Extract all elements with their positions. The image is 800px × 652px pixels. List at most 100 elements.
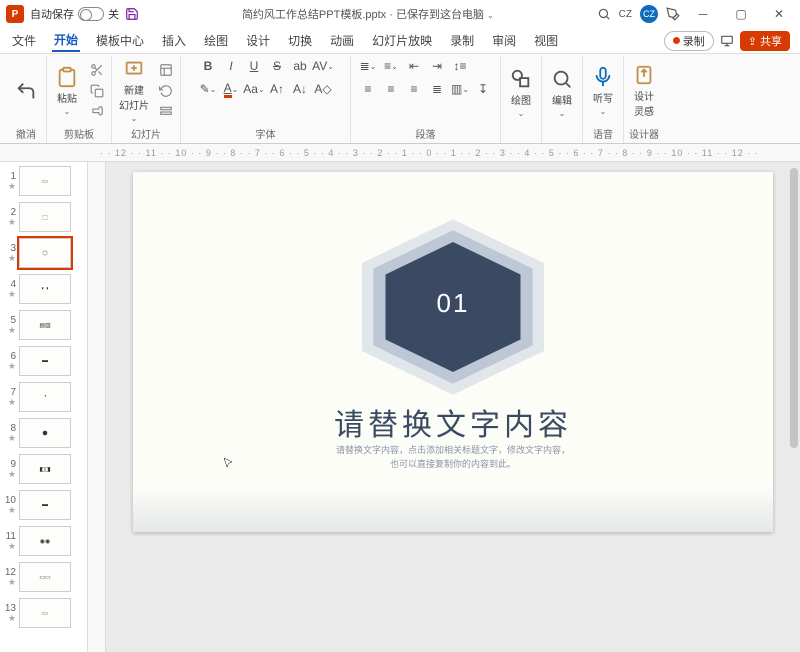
line-spacing-button[interactable]: ↕≡ [449, 56, 471, 76]
align-left-button[interactable]: ≡ [357, 79, 379, 99]
tab-slideshow[interactable]: 幻灯片放映 [370, 30, 434, 51]
share-button[interactable]: ⇪ 共享 [740, 31, 790, 51]
hexagon-graphic[interactable]: 01 [378, 242, 528, 372]
increase-indent-button[interactable]: ⇥ [426, 56, 448, 76]
title-bar-right: CZ CZ ─ ▢ ✕ [597, 4, 794, 24]
reset-button[interactable] [155, 81, 177, 101]
tab-animations[interactable]: 动画 [328, 30, 356, 51]
thumbnail-4[interactable]: 4★◐◑ [2, 274, 85, 304]
undo-button[interactable] [9, 78, 43, 104]
strikethrough-button[interactable]: S [266, 56, 288, 76]
align-right-button[interactable]: ≡ [403, 79, 425, 99]
group-font: B I U S ab AV⌄ ✎⌄ A⌄ Aa⌄ A↑ A↓ A◇ 字体 [181, 56, 351, 143]
group-clipboard: 粘贴⌄ 剪贴板 [47, 56, 112, 143]
group-drawing: 绘图⌄ [501, 56, 542, 143]
tab-review[interactable]: 审阅 [490, 30, 518, 51]
tab-home[interactable]: 开始 [52, 29, 80, 52]
tab-file[interactable]: 文件 [10, 30, 38, 51]
present-icon[interactable] [720, 34, 734, 48]
increase-font-button[interactable]: A↑ [266, 79, 288, 99]
cut-button[interactable] [86, 60, 108, 80]
tab-record[interactable]: 录制 [448, 30, 476, 51]
thumbnail-1[interactable]: 1★▭ [2, 166, 85, 196]
numbering-button[interactable]: ≡⌄ [380, 56, 402, 76]
group-label-clipboard: 剪贴板 [64, 125, 94, 143]
bullets-button[interactable]: ≣⌄ [357, 56, 379, 76]
thumbnail-11[interactable]: 11★◉◉ [2, 526, 85, 556]
shadow-button[interactable]: ab [289, 56, 311, 76]
thumbnail-13[interactable]: 13★▭ [2, 598, 85, 628]
thumbnail-3[interactable]: 3★⬡ [2, 238, 85, 268]
autosave-toggle[interactable]: 自动保存 关 [30, 6, 119, 22]
user-avatar[interactable]: CZ [640, 5, 658, 23]
change-case-button[interactable]: Aa⌄ [243, 79, 265, 99]
format-painter-button[interactable] [86, 102, 108, 122]
group-label-voice: 语音 [593, 125, 613, 143]
toggle-icon[interactable] [78, 7, 104, 21]
thumbnail-5[interactable]: 5★▤▥ [2, 310, 85, 340]
tab-insert[interactable]: 插入 [160, 30, 188, 51]
font-color-button[interactable]: A⌄ [220, 79, 242, 99]
horizontal-ruler[interactable]: · · 12 · · 11 · · 10 · · 9 · · 8 · · 7 ·… [0, 144, 800, 162]
slide[interactable]: 01 请替换文字内容 请替换文字内容，点击添加相关标题文字，修改文字内容， 也可… [133, 172, 773, 532]
group-voice: 听写⌄ 语音 [583, 56, 624, 143]
thumbnail-8[interactable]: 8★⬢ [2, 418, 85, 448]
scrollbar-thumb[interactable] [790, 168, 798, 448]
minimize-button[interactable]: ─ [688, 4, 718, 24]
vertical-ruler[interactable] [88, 162, 106, 652]
bold-button[interactable]: B [197, 56, 219, 76]
layout-button[interactable] [155, 60, 177, 80]
text-direction-button[interactable]: ↧ [472, 79, 494, 99]
justify-button[interactable]: ≣ [426, 79, 448, 99]
slide-thumbnails-panel[interactable]: 1★▭ 2★⬚ 3★⬡ 4★◐◑ 5★▤▥ 6★▬ 7★◔ 8★⬢ 9★◧◨ 10★▬ 11★◉◉ 1… [0, 162, 88, 652]
columns-button[interactable]: ▥⌄ [449, 79, 471, 99]
editing-button[interactable]: 编辑⌄ [545, 66, 579, 120]
work-area: 1★▭ 2★⬚ 3★⬡ 4★◐◑ 5★▤▥ 6★▬ 7★◔ 8★⬢ 9★◧◨ 10★▬ 11★◉◉ 1… [0, 162, 800, 652]
thumbnail-10[interactable]: 10★▬ [2, 490, 85, 520]
highlight-button[interactable]: ✎⌄ [197, 79, 219, 99]
thumbnail-7[interactable]: 7★◔ [2, 382, 85, 412]
thumbnail-9[interactable]: 9★◧◨ [2, 454, 85, 484]
character-spacing-button[interactable]: AV⌄ [312, 56, 334, 76]
save-icon[interactable] [125, 7, 139, 21]
close-button[interactable]: ✕ [764, 4, 794, 24]
new-slide-button[interactable]: 新建 幻灯片⌄ [115, 56, 153, 125]
slide-title[interactable]: 请替换文字内容 [133, 400, 773, 444]
dictate-button[interactable]: 听写⌄ [586, 64, 620, 118]
vertical-scrollbar[interactable] [788, 162, 798, 652]
group-paragraph: ≣⌄ ≡⌄ ⇤ ⇥ ↕≡ ≡ ≡ ≡ ≣ ▥⌄ ↧ 段落 [351, 56, 501, 143]
paste-button[interactable]: 粘贴⌄ [50, 64, 84, 118]
skyline-decoration [133, 486, 773, 532]
group-undo: 撤消 [6, 56, 47, 143]
slide-canvas-area[interactable]: 01 请替换文字内容 请替换文字内容，点击添加相关标题文字，修改文字内容， 也可… [106, 162, 800, 652]
thumbnail-6[interactable]: 6★▬ [2, 346, 85, 376]
group-label-designer: 设计器 [629, 125, 659, 143]
tab-template-center[interactable]: 模板中心 [94, 30, 146, 51]
decrease-indent-button[interactable]: ⇤ [403, 56, 425, 76]
thumbnail-12[interactable]: 12★▭▭ [2, 562, 85, 592]
slide-subtitle[interactable]: 请替换文字内容，点击添加相关标题文字，修改文字内容， 也可以直接复制你的内容到此… [133, 444, 773, 471]
copy-button[interactable] [86, 81, 108, 101]
tab-view[interactable]: 视图 [532, 30, 560, 51]
maximize-button[interactable]: ▢ [726, 4, 756, 24]
design-ideas-button[interactable]: 设计 灵感 [627, 62, 661, 120]
pen-icon[interactable] [666, 7, 680, 21]
clear-formatting-button[interactable]: A◇ [312, 79, 334, 99]
tab-draw[interactable]: 绘图 [202, 30, 230, 51]
section-button[interactable] [155, 102, 177, 122]
app-icon: P [6, 5, 24, 23]
ribbon: 撤消 粘贴⌄ 剪贴板 新建 幻灯片⌄ [0, 54, 800, 144]
decrease-font-button[interactable]: A↓ [289, 79, 311, 99]
drawing-button[interactable]: 绘图⌄ [504, 66, 538, 120]
ribbon-tabs: 文件 开始 模板中心 插入 绘图 设计 切换 动画 幻灯片放映 录制 审阅 视图… [0, 28, 800, 54]
search-icon[interactable] [597, 7, 611, 21]
tab-design[interactable]: 设计 [244, 30, 272, 51]
document-title[interactable]: 简约风工作总结PPT模板.pptx · 已保存到这台电脑 ⌄ [139, 6, 597, 22]
title-bar-left: P 自动保存 关 [6, 5, 139, 23]
italic-button[interactable]: I [220, 56, 242, 76]
thumbnail-2[interactable]: 2★⬚ [2, 202, 85, 232]
align-center-button[interactable]: ≡ [380, 79, 402, 99]
underline-button[interactable]: U [243, 56, 265, 76]
record-button[interactable]: 录制 [664, 31, 714, 51]
tab-transitions[interactable]: 切换 [286, 30, 314, 51]
